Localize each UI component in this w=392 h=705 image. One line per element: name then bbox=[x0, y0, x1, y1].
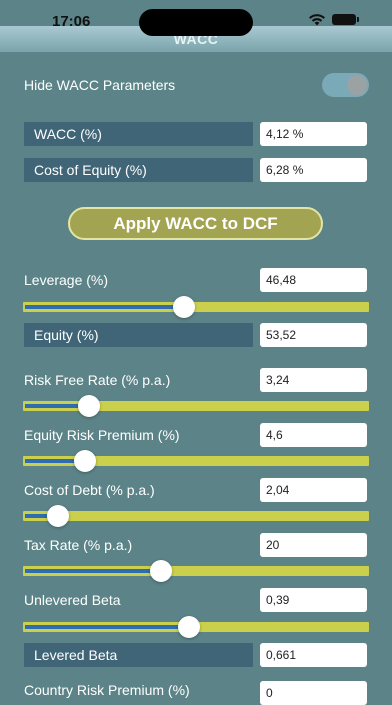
leverage-slider[interactable] bbox=[23, 296, 369, 318]
country-risk-input[interactable]: 0 bbox=[260, 681, 367, 705]
battery-icon bbox=[332, 14, 359, 25]
levered-beta-label: Levered Beta bbox=[24, 643, 253, 667]
slider-thumb[interactable] bbox=[46, 505, 69, 527]
wacc-value-field[interactable]: 4,12 % bbox=[260, 122, 367, 146]
cost-equity-value-field[interactable]: 6,28 % bbox=[260, 158, 367, 182]
unlevered-beta-slider[interactable] bbox=[23, 616, 369, 638]
slider-track bbox=[23, 511, 369, 521]
tax-rate-input[interactable]: 20 bbox=[260, 533, 367, 557]
apply-wacc-button[interactable]: Apply WACC to DCF bbox=[68, 207, 323, 240]
cost-of-debt-input[interactable]: 2,04 bbox=[260, 478, 367, 502]
equity-value-field[interactable]: 53,52 bbox=[260, 323, 367, 347]
slider-thumb[interactable] bbox=[150, 560, 173, 582]
status-bar: 17:06 bbox=[0, 0, 392, 44]
tax-rate-slider[interactable] bbox=[23, 560, 369, 582]
slider-fill bbox=[25, 569, 162, 573]
levered-beta-value-field[interactable]: 0,661 bbox=[260, 643, 367, 667]
leverage-label: Leverage (%) bbox=[24, 272, 109, 288]
status-time: 17:06 bbox=[52, 13, 91, 30]
slider-fill bbox=[25, 305, 184, 309]
slider-thumb[interactable] bbox=[74, 450, 97, 472]
risk-free-label: Risk Free Rate (% p.a.) bbox=[24, 372, 171, 388]
unlevered-beta-input[interactable]: 0,39 bbox=[260, 588, 367, 612]
risk-free-slider[interactable] bbox=[23, 395, 369, 417]
toggle-knob bbox=[347, 75, 367, 95]
cost-of-debt-label: Cost of Debt (% p.a.) bbox=[24, 482, 155, 498]
slider-fill bbox=[25, 625, 190, 629]
cost-of-debt-slider[interactable] bbox=[23, 505, 369, 527]
hide-params-toggle[interactable] bbox=[322, 73, 369, 97]
equity-risk-premium-label: Equity Risk Premium (%) bbox=[24, 427, 180, 443]
equity-risk-premium-input[interactable]: 4,6 bbox=[260, 423, 367, 447]
slider-thumb[interactable] bbox=[172, 296, 195, 318]
equity-risk-premium-slider[interactable] bbox=[23, 450, 369, 472]
risk-free-input[interactable]: 3,24 bbox=[260, 368, 367, 392]
unlevered-beta-label: Unlevered Beta bbox=[24, 592, 121, 608]
tax-rate-label: Tax Rate (% p.a.) bbox=[24, 537, 133, 553]
wacc-label: WACC (%) bbox=[24, 122, 253, 146]
slider-thumb[interactable] bbox=[178, 616, 201, 638]
wifi-icon bbox=[309, 14, 325, 26]
dynamic-island bbox=[139, 9, 253, 36]
status-icons bbox=[308, 13, 359, 26]
slider-thumb[interactable] bbox=[77, 395, 100, 417]
hide-params-label: Hide WACC Parameters bbox=[24, 77, 176, 93]
leverage-input[interactable]: 46,48 bbox=[260, 268, 367, 292]
equity-label: Equity (%) bbox=[24, 323, 253, 347]
cost-equity-label: Cost of Equity (%) bbox=[24, 158, 253, 182]
